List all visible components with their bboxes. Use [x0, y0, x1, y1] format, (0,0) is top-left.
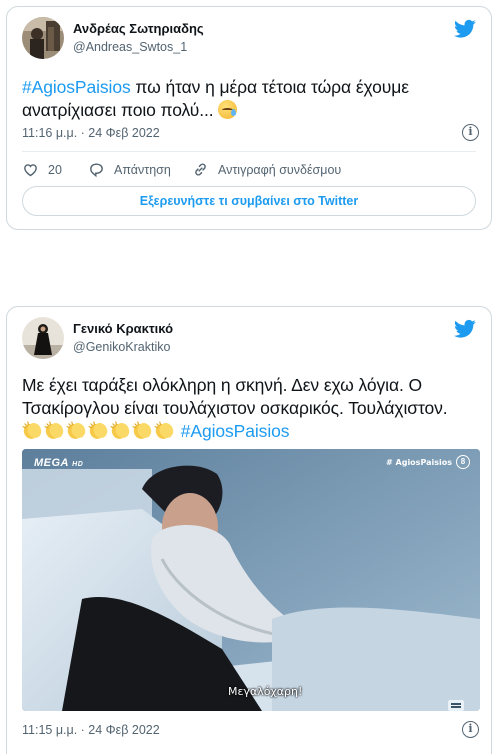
- tweet-text: #AgiosPaisios πω ήταν η μέρα τέτοια τώρα…: [22, 76, 477, 122]
- twitter-bird-icon[interactable]: [454, 19, 476, 39]
- tweet-text-line2: Τσακίρογλου είναι τουλάχιστον οσκαρικός.…: [22, 398, 448, 418]
- heart-icon: [24, 164, 37, 177]
- captions-icon[interactable]: [448, 700, 464, 711]
- author-handle[interactable]: @Andreas_Swtos_1: [73, 40, 204, 54]
- clapping-hands-emoji-icon: [22, 421, 42, 439]
- author-info[interactable]: Γενικό Κρακτικό @GenikoKraktiko: [73, 321, 173, 354]
- info-icon[interactable]: i: [462, 124, 479, 141]
- tweet-text-line1: πω ήταν η μέρα τέτοια τώρα έχουμε: [130, 77, 409, 97]
- channel-logo: MEGA HD: [34, 457, 84, 469]
- clapping-hands-emoji-icon: [66, 421, 86, 439]
- tweet-text: Με έχει ταράξει ολόκληρη η σκηνή. Δεν εχ…: [22, 374, 477, 443]
- author-info[interactable]: Ανδρέας Σωτηριαδης @Andreas_Swtos_1: [73, 21, 204, 54]
- subtitle-text: Μεγαλόχαρη!: [228, 685, 303, 698]
- tweet-header: Γενικό Κρακτικό @GenikoKraktiko: [22, 317, 476, 361]
- like-button[interactable]: 20: [22, 161, 62, 178]
- rating-badge: 8: [456, 455, 470, 469]
- tweet-header: Ανδρέας Σωτηριαδης @Andreas_Swtos_1: [22, 17, 476, 61]
- clapping-hands-emoji-icon: [132, 421, 152, 439]
- tweet-media-image[interactable]: MEGA HD # AgiosPaisios 8 Μεγαλόχαρη!: [22, 449, 480, 711]
- clapping-hands-emoji-icon: [154, 421, 174, 439]
- speech-bubble-icon: [90, 163, 103, 178]
- clapping-hands-emoji-icon: [44, 421, 64, 439]
- divider: [22, 151, 476, 152]
- tweet-card-2[interactable]: Γενικό Κρακτικό @GenikoKraktiko Με έχει …: [6, 306, 492, 754]
- tweet-actions: 20 Απάντηση Αντιγραφή συνδέσμου: [22, 161, 476, 183]
- hashtag-link[interactable]: #AgiosPaisios: [181, 421, 290, 441]
- tweet-text-line2: ανατρίχιασει ποιο πολύ...: [22, 100, 219, 120]
- sad-face-emoji-icon: [218, 100, 238, 119]
- author-name[interactable]: Γενικό Κρακτικό: [73, 321, 173, 336]
- copy-link-button[interactable]: Αντιγραφή συνδέσμου: [192, 161, 341, 178]
- clapping-hands-emojis: [22, 421, 176, 441]
- explore-twitter-button[interactable]: Εξερευνήστε τι συμβαίνει στο Twitter: [22, 186, 476, 216]
- copy-link-label: Αντιγραφή συνδέσμου: [218, 162, 342, 177]
- clapping-hands-emoji-icon: [88, 421, 108, 439]
- tweet-timestamp[interactable]: 11:15 μ.μ. · 24 Φεβ 2022: [22, 723, 160, 737]
- hashtag-link[interactable]: #AgiosPaisios: [22, 77, 131, 97]
- like-count: 20: [48, 162, 62, 177]
- avatar[interactable]: [22, 17, 64, 59]
- author-handle[interactable]: @GenikoKraktiko: [73, 340, 173, 354]
- twitter-bird-icon[interactable]: [454, 319, 476, 339]
- tv-hashtag: # AgiosPaisios: [386, 458, 452, 467]
- avatar[interactable]: [22, 317, 64, 359]
- author-name[interactable]: Ανδρέας Σωτηριαδης: [73, 21, 204, 36]
- link-icon: [195, 163, 206, 176]
- tweet-text-line1: Με έχει ταράξει ολόκληρη η σκηνή. Δεν εχ…: [22, 375, 422, 395]
- tweet-timestamp[interactable]: 11:16 μ.μ. · 24 Φεβ 2022: [22, 126, 160, 140]
- clapping-hands-emoji-icon: [110, 421, 130, 439]
- reply-label: Απάντηση: [114, 162, 171, 177]
- info-icon[interactable]: i: [462, 721, 479, 738]
- reply-button[interactable]: Απάντηση: [88, 161, 171, 178]
- tweet-card-1[interactable]: Ανδρέας Σωτηριαδης @Andreas_Swtos_1 #Agi…: [6, 6, 492, 230]
